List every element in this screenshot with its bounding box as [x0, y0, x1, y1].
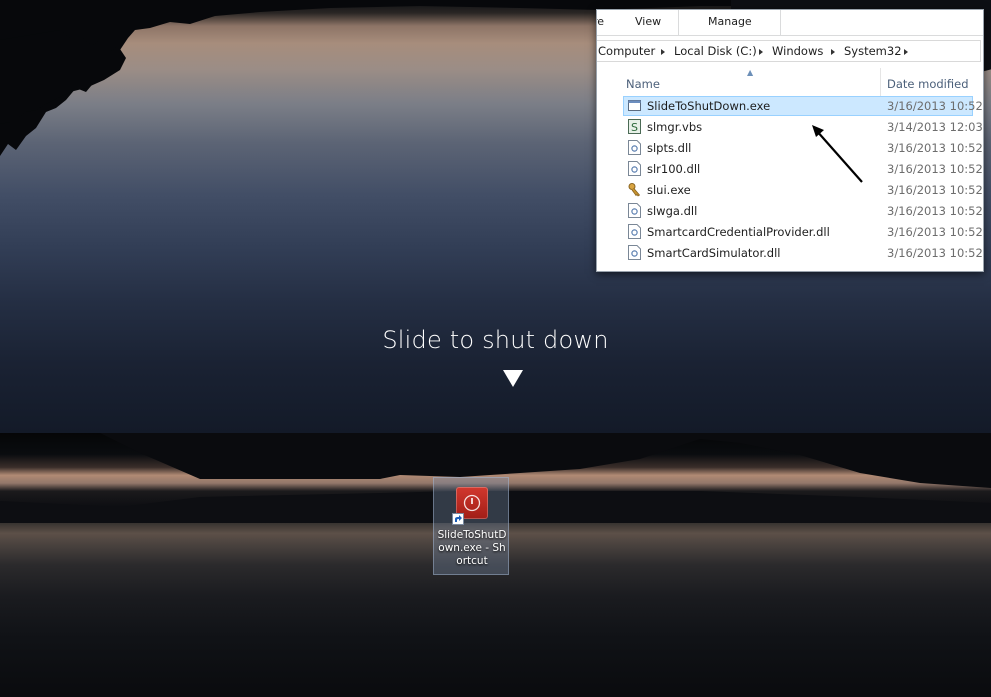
pointer-arrow-icon [812, 125, 863, 183]
shortcut-label: SlideToShutDown.exe - Shortcut [437, 529, 507, 567]
shortcut-desktop-icon[interactable]: SlideToShutDown.exe - Shortcut [433, 477, 509, 575]
dll-file-icon [628, 224, 641, 239]
file-row[interactable]: SlideToShutDown.exe 3/16/2013 10:52 A [597, 95, 984, 116]
column-header-date-modified[interactable]: Date modified [887, 77, 969, 91]
svg-text:S: S [631, 121, 638, 134]
ribbon-divider [780, 10, 781, 35]
file-date: 3/16/2013 10:52 A [887, 141, 984, 155]
file-name: SmartcardCredentialProvider.dll [647, 225, 830, 239]
file-row[interactable]: slr100.dll 3/16/2013 10:52 A [597, 158, 984, 179]
file-explorer-window: re View Manage Computer Local Disk (C:) … [596, 9, 984, 272]
file-name: slmgr.vbs [647, 120, 703, 134]
file-name: SlideToShutDown.exe [647, 99, 771, 113]
key-icon [628, 183, 641, 197]
file-name: SmartCardSimulator.dll [647, 246, 781, 260]
breadcrumb-windows[interactable]: Windows [772, 44, 823, 58]
breadcrumb-computer[interactable]: Computer [598, 44, 655, 58]
desktop-background: SlideToShutDown.exe - Shortcut [0, 433, 991, 697]
ribbon-divider [678, 10, 679, 35]
sort-ascending-icon: ▲ [747, 68, 754, 77]
dll-file-icon [628, 140, 641, 155]
file-date: 3/16/2013 10:52 A [887, 99, 984, 113]
tab-view[interactable]: View [635, 15, 661, 28]
dll-file-icon [628, 245, 641, 260]
file-date: 3/16/2013 10:52 A [887, 162, 984, 176]
shortcut-overlay-icon [452, 513, 464, 525]
tab-manage[interactable]: Manage [708, 15, 752, 28]
file-rows: SlideToShutDown.exe 3/16/2013 10:52 A S … [597, 95, 984, 263]
tab-share[interactable]: re [597, 15, 604, 28]
breadcrumb-system32[interactable]: System32 [844, 44, 902, 58]
file-row[interactable]: S slmgr.vbs 3/14/2013 12:03 A [597, 116, 984, 137]
file-name: slpts.dll [647, 141, 692, 155]
ribbon-tabs: re View Manage [597, 10, 983, 36]
file-name: slui.exe [647, 183, 691, 197]
exe-window-icon [628, 100, 641, 111]
file-list: ▲ Name Date modified SlideToShutDown.exe… [597, 68, 984, 271]
file-date: 3/14/2013 12:03 A [887, 120, 984, 134]
dll-file-icon [628, 161, 641, 176]
file-name: slr100.dll [647, 162, 701, 176]
slide-to-shutdown-text: Slide to shut down [382, 326, 609, 354]
file-date: 3/16/2013 10:52 A [887, 183, 984, 197]
triangle-down-icon [503, 370, 523, 387]
address-bar[interactable]: Computer Local Disk (C:) Windows System3… [597, 40, 981, 62]
chevron-right-icon[interactable] [759, 49, 763, 55]
script-file-icon: S [628, 119, 641, 134]
file-name: slwga.dll [647, 204, 698, 218]
file-date: 3/16/2013 10:52 A [887, 246, 984, 260]
breadcrumb-local-disk[interactable]: Local Disk (C:) [674, 44, 757, 58]
chevron-right-icon[interactable] [831, 49, 835, 55]
file-date: 3/16/2013 10:52 A [887, 225, 984, 239]
chevron-right-icon[interactable] [661, 49, 665, 55]
column-header-name[interactable]: Name [626, 77, 660, 91]
chevron-right-icon[interactable] [904, 49, 908, 55]
file-date: 3/16/2013 10:52 A [887, 204, 984, 218]
file-row[interactable]: slwga.dll 3/16/2013 10:52 A [597, 200, 984, 221]
file-row[interactable]: SmartCardSimulator.dll 3/16/2013 10:52 A [597, 242, 984, 263]
file-row[interactable]: slpts.dll 3/16/2013 10:52 A [597, 137, 984, 158]
file-row[interactable]: SmartcardCredentialProvider.dll 3/16/201… [597, 221, 984, 242]
dll-file-icon [628, 203, 641, 218]
file-row[interactable]: slui.exe 3/16/2013 10:52 A [597, 179, 984, 200]
